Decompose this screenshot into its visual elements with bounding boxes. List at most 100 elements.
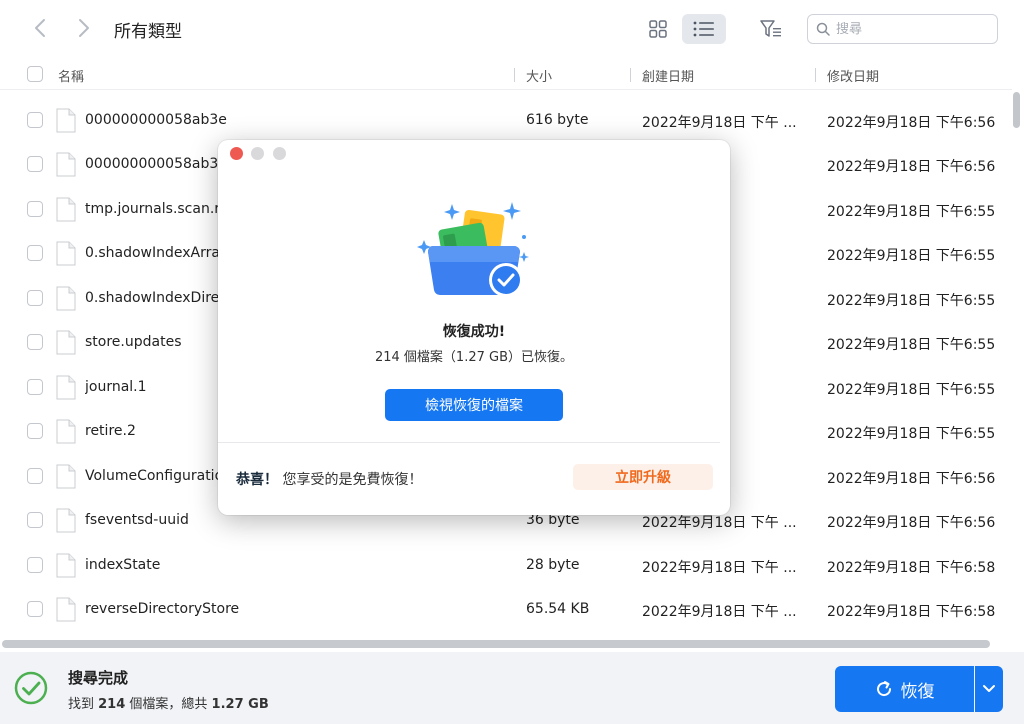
free-recovery-notice: 恭喜！ 您享受的是免費恢復！ <box>236 469 422 489</box>
search-field[interactable] <box>807 14 998 44</box>
file-name: 000000000058ab3e <box>85 112 227 128</box>
dialog-message: 214 個檔案（1.27 GB）已恢復。 <box>374 350 573 365</box>
file-size: 616 byte <box>526 112 589 128</box>
column-header-modified[interactable]: 修改日期 <box>827 66 879 85</box>
row-checkbox[interactable] <box>27 290 43 306</box>
file-icon <box>56 553 76 578</box>
file-icon <box>56 197 76 222</box>
column-header-name[interactable]: 名稱 <box>58 66 84 85</box>
grid-view-button[interactable] <box>636 14 680 44</box>
file-icon <box>56 464 76 489</box>
row-checkbox[interactable] <box>27 557 43 573</box>
total-size: 1.27 GB <box>211 697 269 712</box>
congrats-text: 您享受的是免費恢復！ <box>278 472 423 488</box>
refresh-icon <box>876 681 891 697</box>
file-modified: 2022年9月18日 下午6:55 <box>827 248 996 264</box>
file-created: 2022年9月18日 下午 ... <box>642 560 797 576</box>
table-header: 名稱 大小 創建日期 修改日期 <box>0 60 1012 90</box>
summary-mid: 個檔案，總共 <box>125 697 212 712</box>
row-checkbox[interactable] <box>27 468 43 484</box>
row-checkbox[interactable] <box>27 201 43 217</box>
file-icon <box>56 375 76 400</box>
file-modified: 2022年9月18日 下午6:58 <box>827 604 996 620</box>
file-size: 28 byte <box>526 557 580 573</box>
grid-view-icon <box>649 20 667 38</box>
window-minimize-button[interactable] <box>251 147 264 160</box>
file-count: 214 <box>98 697 126 712</box>
recover-options-button[interactable] <box>975 666 1003 712</box>
window-zoom-button[interactable] <box>273 147 286 160</box>
upgrade-now-button[interactable]: 立即升級 <box>573 464 713 490</box>
recovery-success-dialog: 恢復成功! 214 個檔案（1.27 GB）已恢復。 檢視恢復的檔案 恭喜！ 您… <box>218 140 730 515</box>
search-icon <box>816 22 830 36</box>
column-divider[interactable] <box>815 68 816 82</box>
horizontal-scrollbar[interactable] <box>2 640 990 648</box>
file-icon <box>56 330 76 355</box>
column-header-created[interactable]: 創建日期 <box>642 66 694 85</box>
file-modified: 2022年9月18日 下午6:56 <box>827 471 996 487</box>
back-button[interactable] <box>30 18 50 40</box>
recover-label: 恢復 <box>900 681 935 702</box>
dialog-divider <box>218 442 720 443</box>
row-checkbox[interactable] <box>27 245 43 261</box>
row-checkbox[interactable] <box>27 156 43 172</box>
scan-status-title: 搜尋完成 <box>68 669 129 687</box>
table-row[interactable]: indexState 28 byte 2022年9月18日 下午 ... 202… <box>0 543 1012 587</box>
table-row[interactable]: reverseDirectoryStore 65.54 KB 2022年9月18… <box>0 587 1012 631</box>
file-modified: 2022年9月18日 下午6:56 <box>827 515 996 531</box>
forward-button[interactable] <box>74 18 94 40</box>
file-icon <box>56 241 76 266</box>
row-checkbox[interactable] <box>27 379 43 395</box>
summary-prefix: 找到 <box>68 697 99 712</box>
toolbar: 所有類型 <box>0 0 1024 60</box>
file-modified: 2022年9月18日 下午6:56 <box>827 115 996 131</box>
check-circle-icon <box>14 671 48 705</box>
file-modified: 2022年9月18日 下午6:55 <box>827 204 996 220</box>
window-close-button[interactable] <box>230 147 243 160</box>
chevron-down-icon <box>983 685 995 692</box>
file-icon <box>56 286 76 311</box>
filter-icon <box>760 20 781 37</box>
file-size: 65.54 KB <box>526 601 590 617</box>
column-header-size[interactable]: 大小 <box>526 66 552 85</box>
file-icon <box>56 108 76 133</box>
file-created: 2022年9月18日 下午 ... <box>642 115 797 131</box>
column-divider[interactable] <box>514 68 515 82</box>
search-input[interactable] <box>836 21 986 37</box>
file-modified: 2022年9月18日 下午6:56 <box>827 159 996 175</box>
chevron-left-icon <box>35 19 45 37</box>
row-checkbox[interactable] <box>27 423 43 439</box>
row-checkbox[interactable] <box>27 512 43 528</box>
recover-button[interactable]: 恢復 <box>835 666 974 712</box>
select-all-checkbox[interactable] <box>27 66 43 82</box>
file-modified: 2022年9月18日 下午6:55 <box>827 426 996 442</box>
file-modified: 2022年9月18日 下午6:55 <box>827 382 996 398</box>
status-bar: 搜尋完成 找到 214 個檔案，總共 1.27 GB 恢復 <box>0 652 1024 724</box>
chevron-right-icon <box>79 19 89 37</box>
vertical-scrollbar[interactable] <box>1013 92 1020 128</box>
column-divider[interactable] <box>630 68 631 82</box>
row-checkbox[interactable] <box>27 112 43 128</box>
file-name: indexState <box>85 557 161 573</box>
congrats-label: 恭喜！ <box>236 472 278 488</box>
file-modified: 2022年9月18日 下午6:58 <box>827 560 996 576</box>
list-view-icon <box>693 21 714 37</box>
file-created: 2022年9月18日 下午 ... <box>642 604 797 620</box>
scan-summary: 找到 214 個檔案，總共 1.27 GB <box>68 693 269 712</box>
filter-button[interactable] <box>756 14 786 44</box>
file-modified: 2022年9月18日 下午6:55 <box>827 337 996 353</box>
view-recovered-files-button[interactable]: 檢視恢復的檔案 <box>385 389 563 421</box>
table-row[interactable]: 000000000058ab3e 616 byte 2022年9月18日 下午 … <box>0 98 1012 142</box>
page-title: 所有類型 <box>114 22 182 42</box>
file-created: 2022年9月18日 下午 ... <box>642 515 797 531</box>
list-view-button[interactable] <box>682 14 726 44</box>
file-icon <box>56 597 76 622</box>
recovered-folder-icon <box>417 202 529 297</box>
file-modified: 2022年9月18日 下午6:55 <box>827 293 996 309</box>
file-icon <box>56 508 76 533</box>
file-name: reverseDirectoryStore <box>85 601 240 617</box>
row-checkbox[interactable] <box>27 601 43 617</box>
row-checkbox[interactable] <box>27 334 43 350</box>
file-icon <box>56 152 76 177</box>
dialog-title: 恢復成功! <box>442 324 506 340</box>
